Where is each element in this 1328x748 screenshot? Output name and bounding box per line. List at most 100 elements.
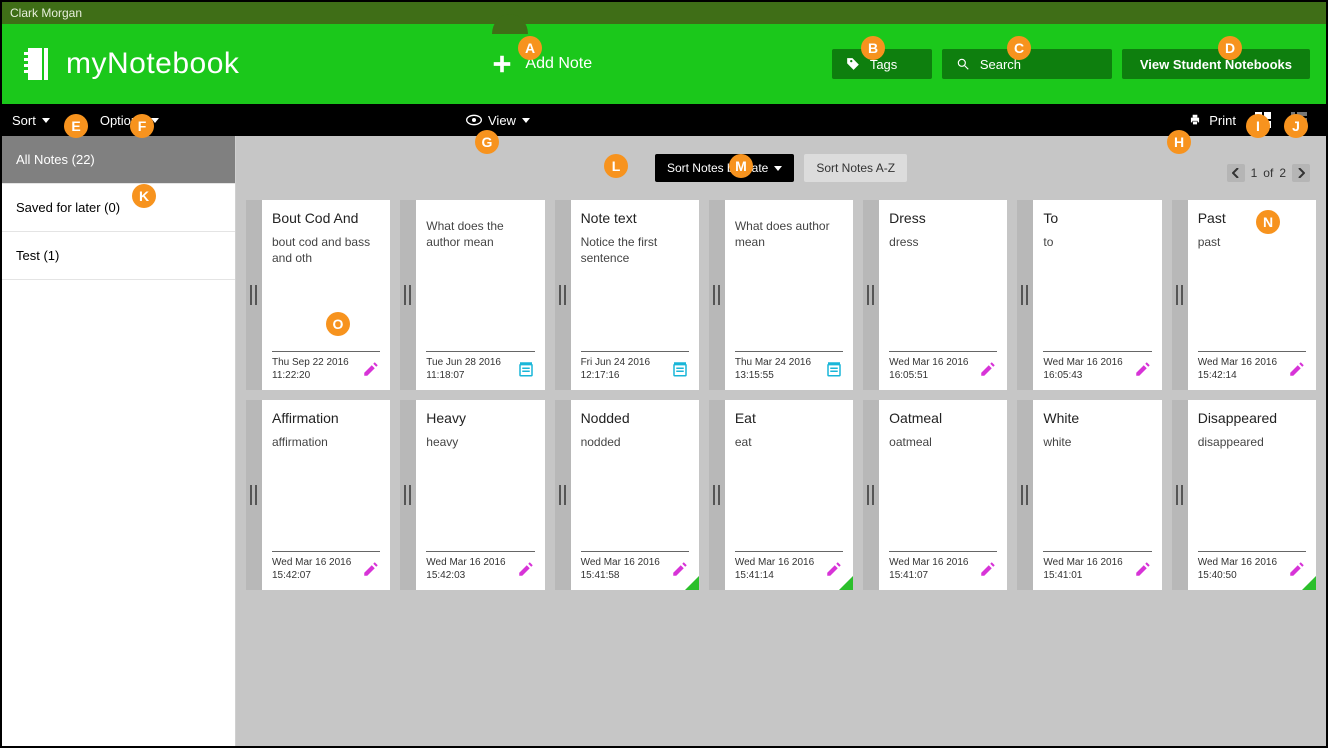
eye-icon [466, 114, 482, 126]
sort-a-z-button[interactable]: Sort Notes A-Z [804, 154, 907, 182]
note-card[interactable]: Note text Notice the first sentence Fri Ju… [555, 200, 699, 390]
drag-handle-icon[interactable] [863, 400, 879, 590]
note-timestamp: Thu Mar 24 201613:15:55 [735, 356, 811, 382]
tag-icon [846, 57, 860, 71]
sort-dropdown[interactable]: Sort [12, 113, 50, 128]
sort-label: Sort [12, 113, 36, 128]
drag-handle-icon[interactable] [1172, 400, 1188, 590]
note-card[interactable]: Bout Cod Andbout cod and bass and othThu… [246, 200, 390, 390]
sidebar-item-0[interactable]: All Notes (22) [2, 136, 235, 184]
pencil-icon [979, 360, 997, 378]
note-timestamp: Wed Mar 16 201616:05:43 [1043, 356, 1122, 382]
note-title: To [1043, 210, 1151, 226]
divider [426, 351, 534, 352]
options-label: Options [100, 113, 145, 128]
divider [581, 551, 689, 552]
add-note-label: Add Note [525, 55, 592, 73]
divider [889, 551, 997, 552]
note-snippet: bout cod and bass and oth [272, 234, 380, 266]
note-card[interactable]: What does author mean Thu Mar 24 201613:1… [709, 200, 853, 390]
note-title: Heavy [426, 410, 534, 426]
note-snippet: to [1043, 234, 1151, 250]
drag-handle-icon[interactable] [555, 400, 571, 590]
app-header: myNotebook Add Note Tags Search View Stu… [2, 24, 1326, 104]
pager-total: 2 [1279, 166, 1286, 180]
note-timestamp: Wed Mar 16 201615:41:07 [889, 556, 968, 582]
tags-button[interactable]: Tags [832, 49, 932, 79]
add-note-button[interactable]: Add Note [491, 53, 592, 75]
note-snippet: eat [735, 434, 843, 450]
note-card[interactable]: DressdressWed Mar 16 201616:05:51 [863, 200, 1007, 390]
note-card[interactable]: To to Wed Mar 16 201616:05:43 [1017, 200, 1161, 390]
pager: 1 of 2 [1227, 164, 1310, 182]
note-card[interactable]: WhitewhiteWed Mar 16 201615:41:01 [1017, 400, 1161, 590]
note-timestamp: Wed Mar 16 201615:42:03 [426, 556, 505, 582]
note-card[interactable]: NoddednoddedWed Mar 16 201615:41:58 [555, 400, 699, 590]
note-card[interactable]: PastpastWed Mar 16 201615:42:14 [1172, 200, 1316, 390]
note-timestamp: Wed Mar 16 201615:40:50 [1198, 556, 1277, 582]
drag-handle-icon[interactable] [709, 200, 725, 390]
drag-handle-icon[interactable] [863, 200, 879, 390]
caret-down-icon [774, 166, 782, 171]
drag-handle-icon[interactable] [709, 400, 725, 590]
note-title: Eat [735, 410, 843, 426]
pencil-icon [362, 560, 380, 578]
note-timestamp: Tue Jun 28 201611:18:07 [426, 356, 501, 382]
list-view-icon[interactable] [1290, 111, 1308, 129]
main-panel: Sort Notes by Date Sort Notes A-Z 1 of 2 [236, 136, 1326, 746]
note-card[interactable]: Heavy heavy Wed Mar 16 201615:42:03 [400, 400, 544, 590]
pencil-icon [517, 560, 535, 578]
pager-of: of [1263, 166, 1273, 180]
search-button[interactable]: Search [942, 49, 1112, 79]
note-snippet: Notice the first sentence [581, 234, 689, 266]
drag-handle-icon[interactable] [400, 200, 416, 390]
drag-handle-icon[interactable] [246, 200, 262, 390]
print-icon [1187, 113, 1203, 127]
pager-prev[interactable] [1227, 164, 1245, 182]
view-dropdown[interactable]: View [466, 113, 530, 128]
note-card[interactable]: DisappeareddisappearedWed Mar 16 201615:… [1172, 400, 1316, 590]
drag-handle-icon[interactable] [555, 200, 571, 390]
note-timestamp: Wed Mar 16 201615:42:07 [272, 556, 351, 582]
divider [889, 351, 997, 352]
note-timestamp: Thu Sep 22 201611:22:20 [272, 356, 349, 382]
note-timestamp: Wed Mar 16 201615:41:58 [581, 556, 660, 582]
drag-handle-icon[interactable] [246, 400, 262, 590]
note-timestamp: Wed Mar 16 201615:42:14 [1198, 356, 1277, 382]
pager-next[interactable] [1292, 164, 1310, 182]
note-timestamp: Wed Mar 16 201616:05:51 [889, 356, 968, 382]
plus-icon [491, 53, 513, 75]
note-timestamp: Fri Jun 24 201612:17:16 [581, 356, 651, 382]
print-label: Print [1209, 113, 1236, 128]
drag-handle-icon[interactable] [400, 400, 416, 590]
divider [1198, 351, 1306, 352]
note-title: Note text [581, 210, 689, 226]
sidebar-item-1[interactable]: Saved for later (0) [2, 184, 235, 232]
note-card[interactable]: AffirmationaffirmationWed Mar 16 201615:… [246, 400, 390, 590]
note-snippet: What does author mean [735, 218, 843, 250]
chevron-left-icon [1232, 168, 1240, 178]
document-icon [517, 360, 535, 378]
notebook-icon [18, 46, 54, 82]
view-student-notebooks-button[interactable]: View Student Notebooks [1122, 49, 1310, 79]
note-card[interactable]: OatmealoatmealWed Mar 16 201615:41:07 [863, 400, 1007, 590]
drag-handle-icon[interactable] [1017, 200, 1033, 390]
options-dropdown[interactable]: Options [100, 113, 159, 128]
note-title: Oatmeal [889, 410, 997, 426]
note-card[interactable]: EateatWed Mar 16 201615:41:14 [709, 400, 853, 590]
grid-view-icon[interactable] [1254, 111, 1272, 129]
drag-handle-icon[interactable] [1172, 200, 1188, 390]
pager-current: 1 [1251, 166, 1258, 180]
sidebar: All Notes (22)Saved for later (0)Test (1… [2, 136, 236, 746]
sort-by-date-button[interactable]: Sort Notes by Date [655, 154, 794, 182]
view-notebooks-label: View Student Notebooks [1140, 57, 1292, 72]
user-bar: Clark Morgan [2, 2, 1326, 24]
note-card[interactable]: What does the author meanTue Jun 28 2016… [400, 200, 544, 390]
corner-flag-icon [839, 576, 853, 590]
note-title: Nodded [581, 410, 689, 426]
drag-handle-icon[interactable] [1017, 400, 1033, 590]
print-button[interactable]: Print [1187, 113, 1236, 128]
note-snippet: heavy [426, 434, 534, 450]
document-icon [671, 360, 689, 378]
sidebar-item-2[interactable]: Test (1) [2, 232, 235, 280]
